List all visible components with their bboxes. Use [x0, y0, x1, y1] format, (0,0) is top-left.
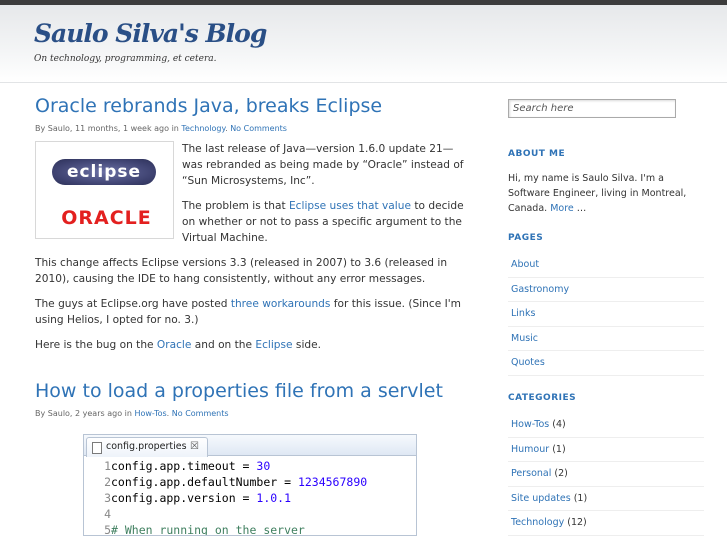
categories-heading: CATEGORIES — [508, 392, 577, 403]
post-meta-byline: By Saulo, 2 years ago in — [35, 409, 135, 418]
post-paragraph-5: Here is the bug on the Oracle and on the… — [35, 337, 465, 353]
code-line: 1config.app.timeout = 30 — [84, 458, 367, 474]
list-item: Site updates (1) — [508, 487, 704, 512]
eclipse-bug-link[interactable]: Eclipse — [255, 339, 292, 351]
paragraph-text: The guys at Eclipse.org have posted — [35, 298, 231, 310]
category-count: (4) — [549, 418, 566, 430]
category-link-humour[interactable]: Humour — [511, 444, 549, 455]
categories-list: How-Tos (4) Humour (1) Personal (2) Site… — [508, 413, 704, 536]
line-number: 3 — [104, 491, 111, 505]
about-me-heading: ABOUT ME — [508, 149, 566, 159]
site-tagline: On technology, programming, et cetera. — [34, 54, 217, 64]
page-link-gastronomy[interactable]: Gastronomy — [511, 284, 569, 295]
three-workarounds-link[interactable]: three workarounds — [231, 298, 331, 310]
paragraph-text: side. — [292, 339, 322, 351]
post-category-link[interactable]: Technology — [181, 124, 225, 133]
list-item: Technology (12) — [508, 511, 704, 536]
post-meta: By Saulo, 11 months, 1 week ago in Techn… — [35, 123, 465, 135]
property-value: 30 — [256, 459, 271, 473]
code-line: 4 — [84, 506, 367, 522]
eclipse-logo-text: eclipse — [66, 162, 142, 182]
line-number: 5 — [104, 523, 111, 536]
about-more-link[interactable]: More — [550, 203, 574, 214]
category-count: (1) — [549, 443, 566, 455]
post-comments-link[interactable]: No Comments — [172, 409, 229, 418]
list-item: How-Tos (4) — [508, 413, 704, 438]
post-meta: By Saulo, 2 years ago in How-Tos. No Com… — [35, 408, 465, 420]
oracle-bug-link[interactable]: Oracle — [157, 339, 191, 351]
category-link-technology[interactable]: Technology — [511, 517, 564, 528]
property-value: 1.0.1 — [256, 491, 292, 505]
category-count: (1) — [570, 492, 588, 504]
list-item: Music — [508, 327, 704, 352]
code-editor-screenshot: config.properties ☒ 1config.app.timeout … — [83, 434, 417, 536]
paragraph-text: Here is the bug on the — [35, 339, 157, 351]
post-paragraph-4: The guys at Eclipse.org have posted thre… — [35, 296, 465, 328]
code-line: 2config.app.defaultNumber = 1234567890 — [84, 474, 367, 490]
line-number: 1 — [104, 459, 111, 473]
page-link-quotes[interactable]: Quotes — [511, 357, 545, 368]
about-ellipsis: … — [573, 203, 587, 214]
pages-list: About Gastronomy Links Music Quotes — [508, 253, 704, 376]
category-count: (12) — [564, 517, 587, 529]
post-title-link[interactable]: Oracle rebrands Java, breaks Eclipse — [35, 95, 382, 117]
category-link-site-updates[interactable]: Site updates — [511, 493, 571, 504]
property-key: config.app.timeout = — [111, 459, 257, 473]
eclipse-logo-band: eclipse — [52, 159, 156, 185]
post-title[interactable]: How to load a properties file from a ser… — [35, 380, 465, 402]
list-item: Personal (2) — [508, 462, 704, 487]
page-link-about[interactable]: About — [511, 259, 539, 270]
list-item: About — [508, 253, 704, 278]
post-title-link[interactable]: How to load a properties file from a ser… — [35, 380, 443, 402]
post-body: eclipse ORACLE The last release of Java—… — [35, 141, 465, 353]
post-oracle-eclipse: Oracle rebrands Java, breaks Eclipse By … — [35, 95, 465, 353]
property-key: config.app.defaultNumber = — [111, 475, 298, 489]
post-paragraph-3: This change affects Eclipse versions 3.3… — [35, 257, 448, 285]
close-icon: ☒ — [190, 441, 199, 452]
about-me-body: Hi, my name is Saulo Silva. I'm a Softwa… — [508, 173, 687, 214]
category-link-how-tos[interactable]: How-Tos — [511, 419, 549, 430]
page-link-links[interactable]: Links — [511, 308, 535, 319]
code-line: 5# When running on the server — [84, 522, 367, 536]
list-item: Humour (1) — [508, 438, 704, 463]
line-number: 4 — [104, 507, 111, 521]
code-comment: # When running on the server — [111, 523, 305, 536]
paragraph-text: and on the — [191, 339, 256, 351]
oracle-logo-text: ORACLE — [61, 207, 152, 229]
post-properties-servlet: How to load a properties file from a ser… — [35, 380, 465, 536]
post-comments-link[interactable]: No Comments — [230, 124, 287, 133]
property-key: config.app.version = — [111, 491, 257, 505]
category-link-personal[interactable]: Personal — [511, 468, 551, 479]
search-input[interactable] — [508, 99, 676, 118]
eclipse-oracle-logo-image: eclipse ORACLE — [35, 141, 174, 239]
eclipse-uses-value-link[interactable]: Eclipse uses that value — [289, 200, 411, 212]
category-count: (2) — [551, 468, 568, 480]
page-link-music[interactable]: Music — [511, 333, 538, 344]
site-header: Saulo Silva's Blog On technology, progra… — [0, 5, 727, 83]
site-title[interactable]: Saulo Silva's Blog — [34, 19, 267, 48]
post-category-link[interactable]: How-Tos — [134, 409, 166, 418]
list-item: Gastronomy — [508, 278, 704, 303]
line-number: 2 — [104, 475, 111, 489]
list-item: Links — [508, 302, 704, 327]
code-line: 3config.app.version = 1.0.1 — [84, 490, 367, 506]
editor-tab-config-properties: config.properties ☒ — [86, 437, 208, 457]
editor-tab-label: config.properties — [106, 441, 187, 452]
property-value: 1234567890 — [297, 475, 368, 489]
post-title[interactable]: Oracle rebrands Java, breaks Eclipse — [35, 95, 465, 117]
main-content: Oracle rebrands Java, breaks Eclipse By … — [35, 95, 465, 536]
sidebar: ABOUT ME Hi, my name is Saulo Silva. I'm… — [508, 96, 708, 536]
post-meta-byline: By Saulo, 11 months, 1 week ago in — [35, 124, 182, 133]
list-item: Quotes — [508, 351, 704, 376]
file-icon — [92, 442, 102, 454]
about-me-text: Hi, my name is Saulo Silva. I'm a Softwa… — [508, 171, 704, 216]
pages-heading: PAGES — [508, 233, 544, 243]
paragraph-text: The problem is that — [182, 200, 289, 212]
code-lines: 1config.app.timeout = 30 2config.app.def… — [84, 458, 367, 536]
